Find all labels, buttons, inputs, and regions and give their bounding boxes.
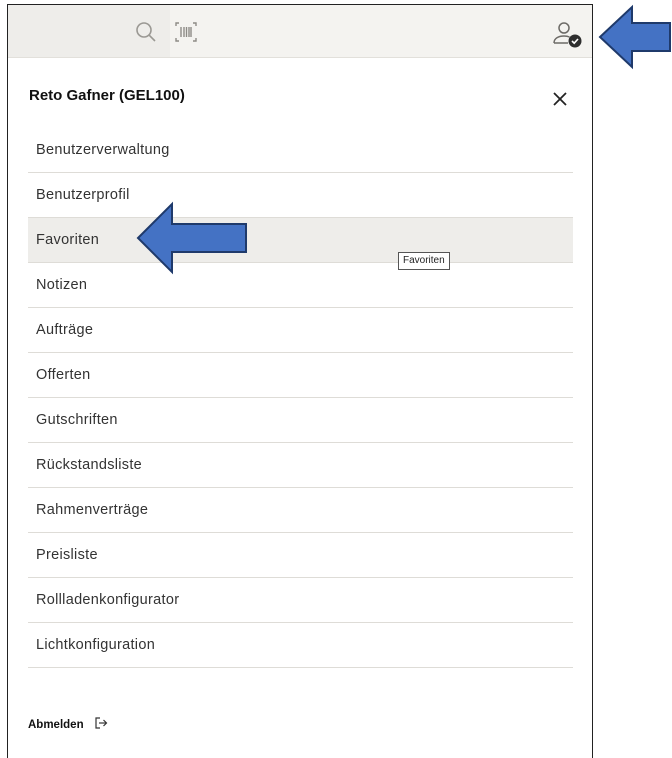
- user-check-icon[interactable]: [550, 20, 586, 50]
- barcode-scan-icon[interactable]: [172, 19, 200, 45]
- menu-item-gutschriften[interactable]: Gutschriften: [28, 398, 573, 443]
- annotation-arrow-user: [598, 4, 671, 70]
- menu-item-preisliste[interactable]: Preisliste: [28, 533, 573, 578]
- menu-item-offerten[interactable]: Offerten: [28, 353, 573, 398]
- logout-button[interactable]: Abmelden: [28, 716, 108, 733]
- menu-item-auftraege[interactable]: Aufträge: [28, 308, 573, 353]
- menu-item-lichtkonfiguration[interactable]: Lichtkonfiguration: [28, 623, 573, 668]
- menu-item-benutzerverwaltung[interactable]: Benutzerverwaltung: [28, 128, 573, 173]
- search-icon[interactable]: [132, 19, 160, 45]
- menu-item-notizen[interactable]: Notizen: [28, 263, 573, 308]
- top-toolbar: [8, 5, 592, 58]
- logout-icon: [94, 716, 108, 733]
- close-icon[interactable]: [548, 87, 572, 111]
- tooltip-favoriten: Favoriten: [398, 252, 450, 270]
- menu-item-rahmenvertraege[interactable]: Rahmenverträge: [28, 488, 573, 533]
- account-menu: Benutzerverwaltung Benutzerprofil Favori…: [28, 128, 573, 668]
- drawer-title: Reto Gafner (GEL100): [29, 87, 185, 104]
- menu-item-rueckstandsliste[interactable]: Rückstandsliste: [28, 443, 573, 488]
- logout-label: Abmelden: [28, 718, 84, 731]
- menu-item-benutzerprofil[interactable]: Benutzerprofil: [28, 173, 573, 218]
- menu-item-favoriten[interactable]: Favoriten: [28, 218, 573, 263]
- menu-item-rollladenkonfigurator[interactable]: Rollladenkonfigurator: [28, 578, 573, 623]
